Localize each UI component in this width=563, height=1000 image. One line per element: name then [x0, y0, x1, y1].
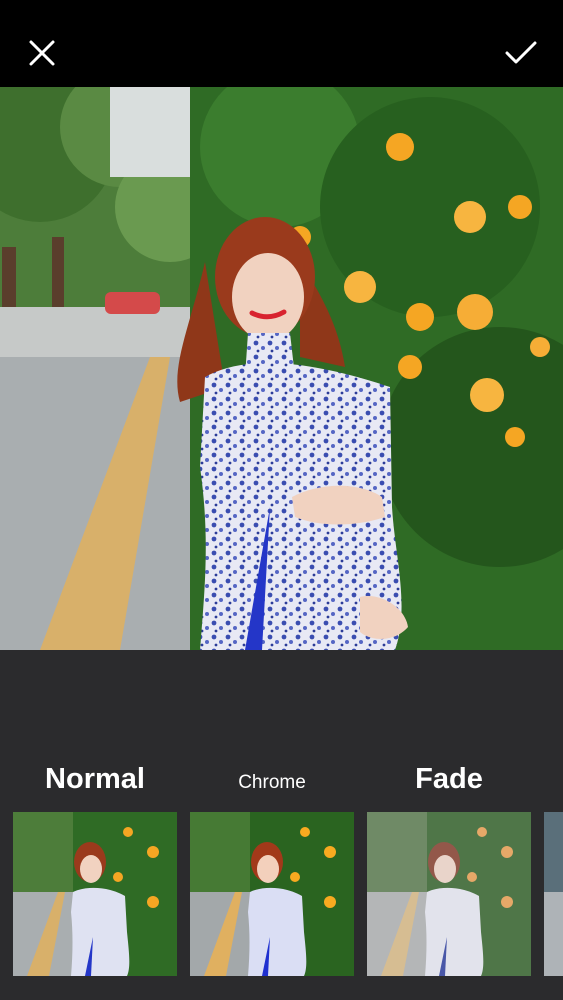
filter-thumb-chrome[interactable]: [190, 812, 354, 976]
filter-thumb-next[interactable]: [544, 812, 563, 976]
filter-panel: Normal Chrome Fade: [0, 650, 563, 1000]
filter-label-normal: Normal: [45, 763, 145, 795]
filter-thumb-fade[interactable]: [367, 812, 531, 976]
checkmark-icon: [505, 41, 537, 64]
confirm-button[interactable]: [496, 28, 546, 78]
filter-thumb-normal[interactable]: [13, 812, 177, 976]
top-toolbar: [0, 0, 563, 87]
close-icon: [29, 40, 55, 66]
close-button[interactable]: [17, 28, 67, 78]
filter-label-chrome: Chrome: [238, 772, 306, 793]
photo-preview: [0, 87, 563, 650]
filter-label-fade: Fade: [415, 763, 483, 795]
